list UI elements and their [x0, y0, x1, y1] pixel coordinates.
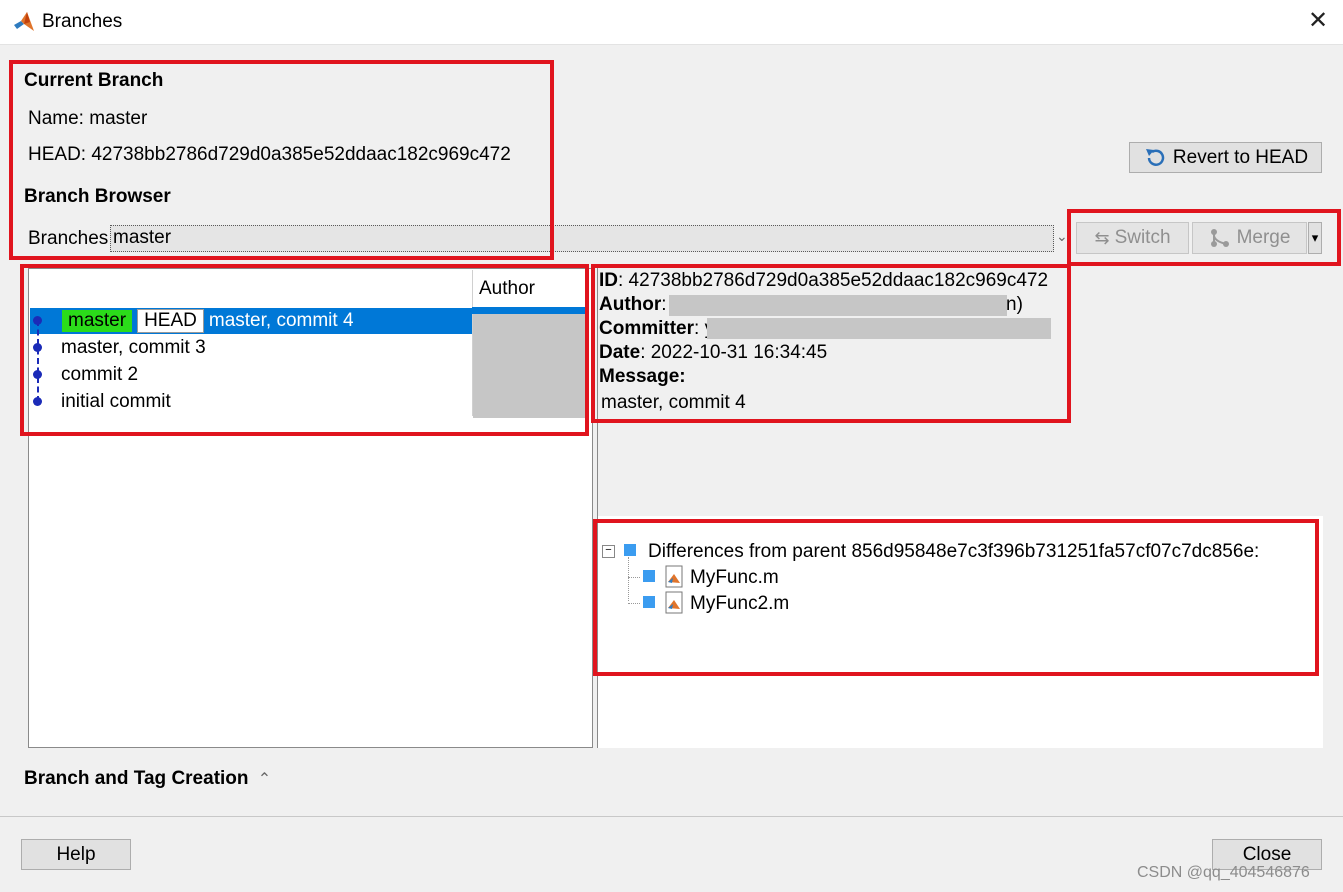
highlight-box [9, 60, 554, 260]
title-bar: Branches ✕ [0, 0, 1343, 45]
revert-to-head-button[interactable]: Revert to HEAD [1129, 142, 1322, 173]
highlight-box [1067, 209, 1341, 266]
highlight-box [20, 264, 589, 436]
matlab-logo-icon [14, 12, 34, 31]
branch-tag-creation-toggle[interactable]: Branch and Tag Creation ⌃ [24, 768, 271, 790]
highlight-box [593, 519, 1319, 676]
window-close-icon[interactable]: ✕ [1306, 9, 1330, 33]
chevron-up-icon: ⌃ [257, 771, 272, 788]
window-title: Branches [42, 11, 123, 32]
highlight-box [591, 264, 1071, 423]
footer-divider [0, 816, 1343, 817]
revert-to-head-label: Revert to HEAD [1172, 146, 1309, 168]
watermark-text: CSDN @qq_404546876 [1137, 864, 1310, 881]
help-button[interactable]: Help [21, 839, 131, 870]
revert-arrow-icon [1145, 148, 1165, 166]
